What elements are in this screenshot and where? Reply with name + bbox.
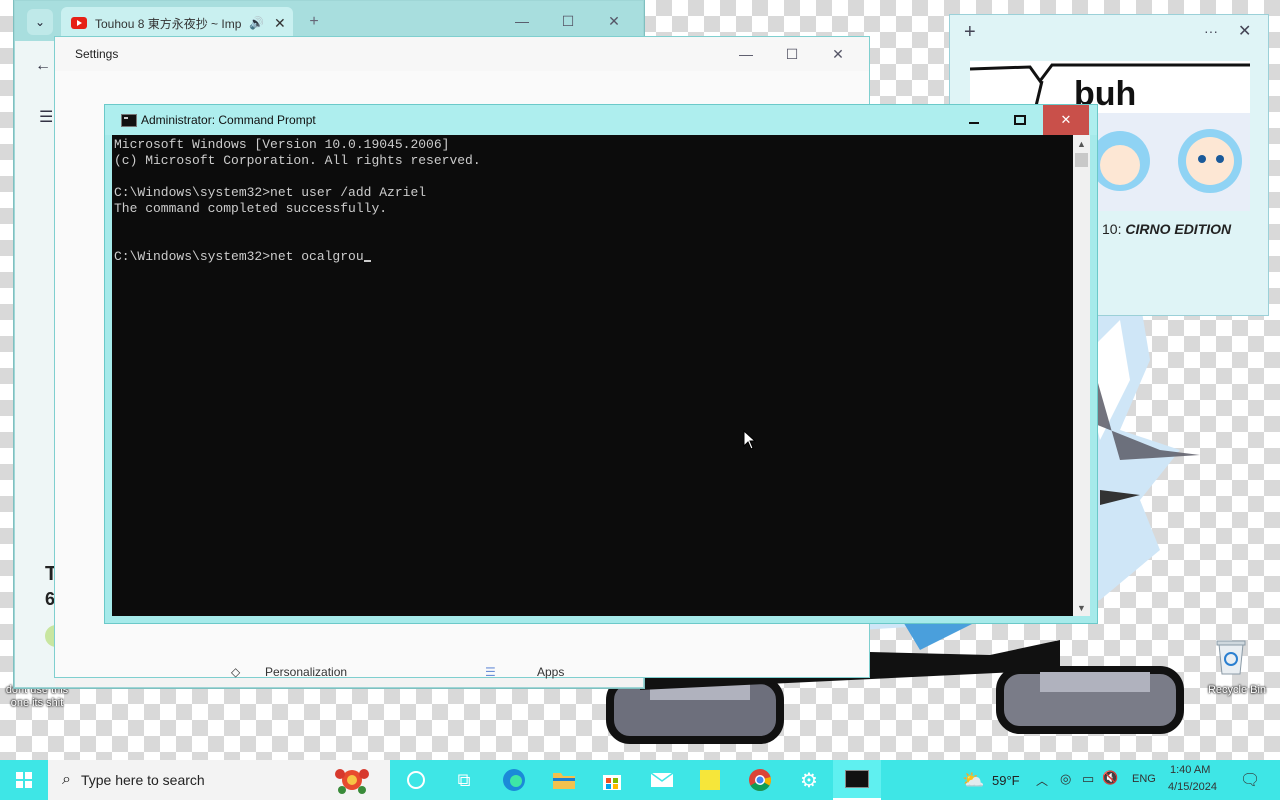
- cmd-maximize-button[interactable]: [997, 105, 1043, 135]
- cortana-button[interactable]: [392, 760, 440, 800]
- speaker-icon[interactable]: 🔊: [249, 16, 264, 30]
- command-prompt-window[interactable]: Administrator: Command Prompt ✕ Microsof…: [104, 104, 1098, 624]
- tab-close-icon[interactable]: ✕: [274, 15, 286, 32]
- mail-button[interactable]: [638, 760, 686, 800]
- scroll-up-icon[interactable]: ▲: [1073, 135, 1090, 152]
- maximize-icon: [1014, 115, 1026, 125]
- windows-logo-icon: [16, 772, 32, 788]
- settings-titlebar: Settings — ☐ ✕: [55, 37, 869, 71]
- cmd-close-button[interactable]: ✕: [1043, 105, 1089, 135]
- settings-apps-icon: ☰: [485, 665, 496, 679]
- file-explorer-button[interactable]: [540, 760, 588, 800]
- chrome-icon: [749, 769, 771, 791]
- new-tab-button[interactable]: +: [303, 11, 325, 33]
- tab-search-dropdown[interactable]: ⌄: [27, 9, 53, 35]
- settings-item-personalization[interactable]: Personalization: [265, 665, 347, 679]
- browser-tab-active[interactable]: Touhou 8 東方永夜抄 ~ Imp 🔊 ✕: [61, 7, 293, 39]
- cmd-titlebar: Administrator: Command Prompt ✕: [105, 105, 1097, 135]
- task-view-button[interactable]: ⧉: [440, 760, 488, 800]
- chrome-button[interactable]: [736, 760, 784, 800]
- sticky-notes-button[interactable]: [686, 760, 734, 800]
- settings-taskbar-button[interactable]: ⚙: [785, 760, 833, 800]
- tab-title: Touhou 8 東方永夜抄 ~ Imp: [95, 16, 242, 31]
- taskbar-search-box[interactable]: ⌕ Type here to search: [48, 760, 390, 800]
- console-line: The command completed successfully.: [114, 201, 388, 216]
- cmd-console[interactable]: Microsoft Windows [Version 10.0.19045.20…: [112, 135, 1073, 616]
- edge-icon: [503, 769, 525, 791]
- recycle-bin-label: Recycle Bin: [1207, 684, 1267, 696]
- settings-item-apps[interactable]: Apps: [537, 665, 564, 679]
- console-input-line[interactable]: C:\Windows\system32>net ocalgrou: [112, 249, 1073, 265]
- text-cursor: [363, 260, 371, 262]
- cmd-taskbar-button[interactable]: [833, 760, 881, 800]
- console-line: C:\Windows\system32>net user /add Azriel: [114, 185, 427, 200]
- widget-close-button[interactable]: ✕: [1238, 21, 1251, 41]
- browser-maximize-button[interactable]: ☐: [545, 1, 591, 41]
- weather-icon[interactable]: ⛅: [962, 770, 984, 791]
- notification-icon[interactable]: 🗨: [1240, 770, 1260, 790]
- youtube-icon: [71, 17, 87, 29]
- scroll-down-icon[interactable]: ▼: [1073, 599, 1090, 616]
- store-icon: [603, 775, 621, 790]
- menu-icon[interactable]: ☰: [39, 107, 53, 127]
- sticky-notes-icon: [700, 770, 720, 790]
- search-icon: ⌕: [62, 771, 71, 788]
- browser-minimize-button[interactable]: —: [499, 1, 545, 41]
- settings-maximize-button[interactable]: ☐: [769, 34, 815, 74]
- task-view-icon: ⧉: [457, 769, 471, 790]
- widget-caption-prefix: 10:: [1102, 221, 1122, 237]
- settings-minimize-button[interactable]: —: [723, 34, 769, 74]
- browser-tab-strip: ⌄ Touhou 8 東方永夜抄 ~ Imp 🔊 ✕ + — ☐ ✕: [15, 1, 643, 41]
- gear-icon: ⚙: [800, 769, 818, 792]
- store-button[interactable]: [588, 760, 636, 800]
- recycle-bin-icon[interactable]: [1214, 636, 1248, 676]
- browser-close-button[interactable]: ✕: [591, 1, 637, 41]
- folder-icon: [553, 773, 575, 789]
- browser-left-edge: ← ☰ T 6: [15, 41, 67, 687]
- mouse-pointer-icon: [743, 430, 757, 450]
- terminal-icon: [845, 770, 869, 788]
- widget-caption-bold: CIRNO EDITION: [1125, 221, 1232, 237]
- console-line: (c) Microsoft Corporation. All rights re…: [114, 153, 481, 168]
- widget-caption: 10: CIRNO EDITION: [1102, 221, 1231, 237]
- language-indicator[interactable]: ENG: [1132, 773, 1156, 785]
- clock-date[interactable]: 4/15/2024: [1168, 781, 1217, 793]
- chevron-up-icon[interactable]: ︿: [1036, 772, 1048, 789]
- start-button[interactable]: [0, 760, 48, 800]
- settings-personalization-icon: ◇: [231, 665, 241, 679]
- close-icon: ✕: [1060, 112, 1072, 127]
- recycle-bin-glyph-icon: [1216, 640, 1246, 675]
- widget-add-button[interactable]: +: [964, 21, 976, 44]
- cmd-app-icon: [121, 114, 137, 127]
- cmd-minimize-button[interactable]: [951, 105, 997, 135]
- cmd-title: Administrator: Command Prompt: [141, 113, 316, 127]
- search-highlight-flower-icon: [335, 769, 369, 794]
- network-icon[interactable]: ◎: [1060, 771, 1071, 787]
- console-line: Microsoft Windows [Version 10.0.19045.20…: [114, 137, 450, 152]
- display-icon[interactable]: ▭: [1082, 771, 1094, 787]
- minimize-icon: [969, 122, 979, 124]
- console-input-text: C:\Windows\system32>net ocalgrou: [114, 249, 364, 264]
- mail-icon: [650, 772, 674, 787]
- taskbar: ⌕ Type here to search ⧉ ⚙ ⛅ 59°F ︿ ◎ ▭ 🔇…: [0, 760, 1280, 800]
- cortana-icon: [407, 771, 425, 789]
- chevron-down-icon: ⌄: [34, 15, 46, 29]
- edge-button[interactable]: [490, 760, 538, 800]
- cmd-scrollbar[interactable]: ▲ ▼: [1073, 135, 1090, 616]
- widget-more-button[interactable]: ···: [1204, 23, 1218, 39]
- scroll-thumb[interactable]: [1075, 153, 1088, 167]
- back-arrow-icon[interactable]: ←: [35, 57, 51, 75]
- search-placeholder: Type here to search: [80, 772, 205, 788]
- clock-time[interactable]: 1:40 AM: [1170, 764, 1210, 776]
- widget-titlebar: + ··· ✕: [950, 15, 1268, 49]
- speaker-muted-icon[interactable]: 🔇: [1102, 770, 1118, 786]
- settings-close-button[interactable]: ✕: [815, 34, 861, 74]
- weather-temp[interactable]: 59°F: [992, 773, 1020, 788]
- settings-title: Settings: [75, 47, 119, 61]
